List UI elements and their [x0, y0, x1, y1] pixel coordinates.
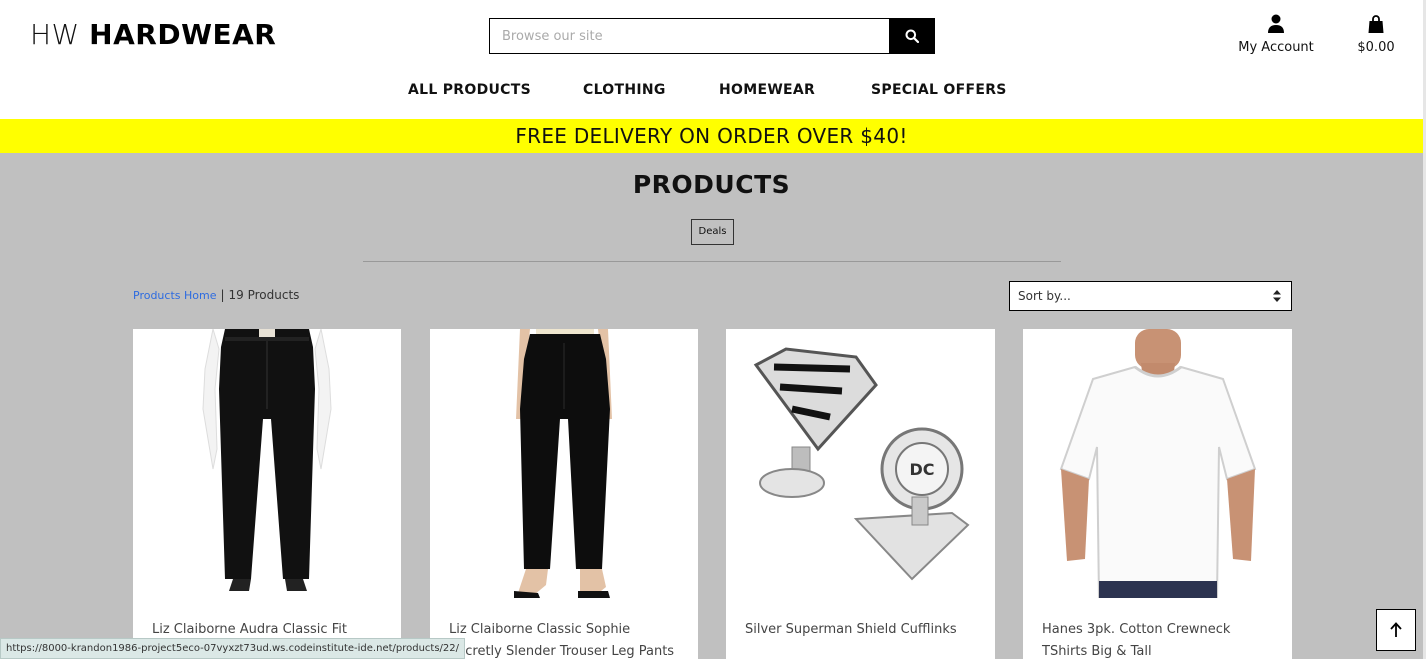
status-bar-url: https://8000-krandon1986-project5eco-07v…	[0, 638, 466, 659]
product-image[interactable]	[430, 329, 698, 598]
shopping-bag-link[interactable]: $0.00	[1352, 14, 1400, 55]
page-title: PRODUCTS	[632, 170, 791, 199]
search-icon	[905, 29, 919, 43]
sort-selected-value: Sort by...	[1018, 289, 1071, 303]
product-name[interactable]: Liz Claiborne Classic Sophie Secretly Sl…	[449, 619, 682, 659]
product-card[interactable]: Liz Claiborne Classic Sophie Secretly Sl…	[430, 329, 698, 659]
product-image[interactable]	[1023, 329, 1292, 598]
product-card[interactable]: Hanes 3pk. Cotton Crewneck TShirts Big &…	[1023, 329, 1292, 659]
product-name[interactable]: Hanes 3pk. Cotton Crewneck TShirts Big &…	[1042, 619, 1276, 659]
section-divider	[363, 261, 1061, 262]
main-nav: ALL PRODUCTS CLOTHING HOMEWEAR SPECIAL O…	[0, 82, 1423, 102]
logo-prefix: HW	[30, 18, 80, 51]
category-badge-deals[interactable]: Deals	[691, 219, 734, 245]
product-image[interactable]	[133, 329, 401, 598]
breadcrumb: Products Home | 19 Products	[133, 288, 299, 302]
back-to-top-button[interactable]	[1376, 609, 1416, 651]
arrow-up-icon	[1390, 622, 1402, 637]
site-logo[interactable]: HW HARDWEAR	[30, 18, 276, 51]
sort-select[interactable]: Sort by...	[1009, 281, 1292, 311]
user-icon	[1268, 14, 1284, 33]
search-button[interactable]	[889, 18, 935, 54]
product-count: 19 Products	[228, 288, 300, 302]
nav-homewear[interactable]: HOMEWEAR	[719, 82, 815, 98]
logo-brand-name: HARDWEAR	[89, 18, 277, 51]
product-card[interactable]: Liz Claiborne Audra Classic Fit	[133, 329, 401, 659]
svg-text:DC: DC	[909, 460, 934, 479]
nav-clothing[interactable]: CLOTHING	[583, 82, 666, 98]
delivery-banner: FREE DELIVERY ON ORDER OVER $40!	[0, 119, 1423, 153]
product-card[interactable]: DC Silver Superman Shield Cufflinks	[726, 329, 995, 659]
my-account-label: My Account	[1238, 40, 1314, 55]
product-image[interactable]: DC	[726, 329, 995, 598]
products-home-link[interactable]: Products Home	[133, 289, 216, 302]
shopping-bag-icon	[1368, 15, 1384, 33]
bag-total: $0.00	[1357, 40, 1395, 55]
my-account-link[interactable]: My Account	[1232, 14, 1320, 55]
search-form	[489, 18, 935, 54]
site-header: HW HARDWEAR My Account $0.00	[0, 0, 1423, 119]
select-arrows-icon	[1273, 290, 1281, 302]
search-input[interactable]	[489, 18, 889, 54]
breadcrumb-separator: |	[220, 288, 225, 302]
nav-all-products[interactable]: ALL PRODUCTS	[408, 82, 531, 98]
nav-special-offers[interactable]: SPECIAL OFFERS	[871, 82, 1007, 98]
product-name[interactable]: Silver Superman Shield Cufflinks	[745, 619, 979, 641]
